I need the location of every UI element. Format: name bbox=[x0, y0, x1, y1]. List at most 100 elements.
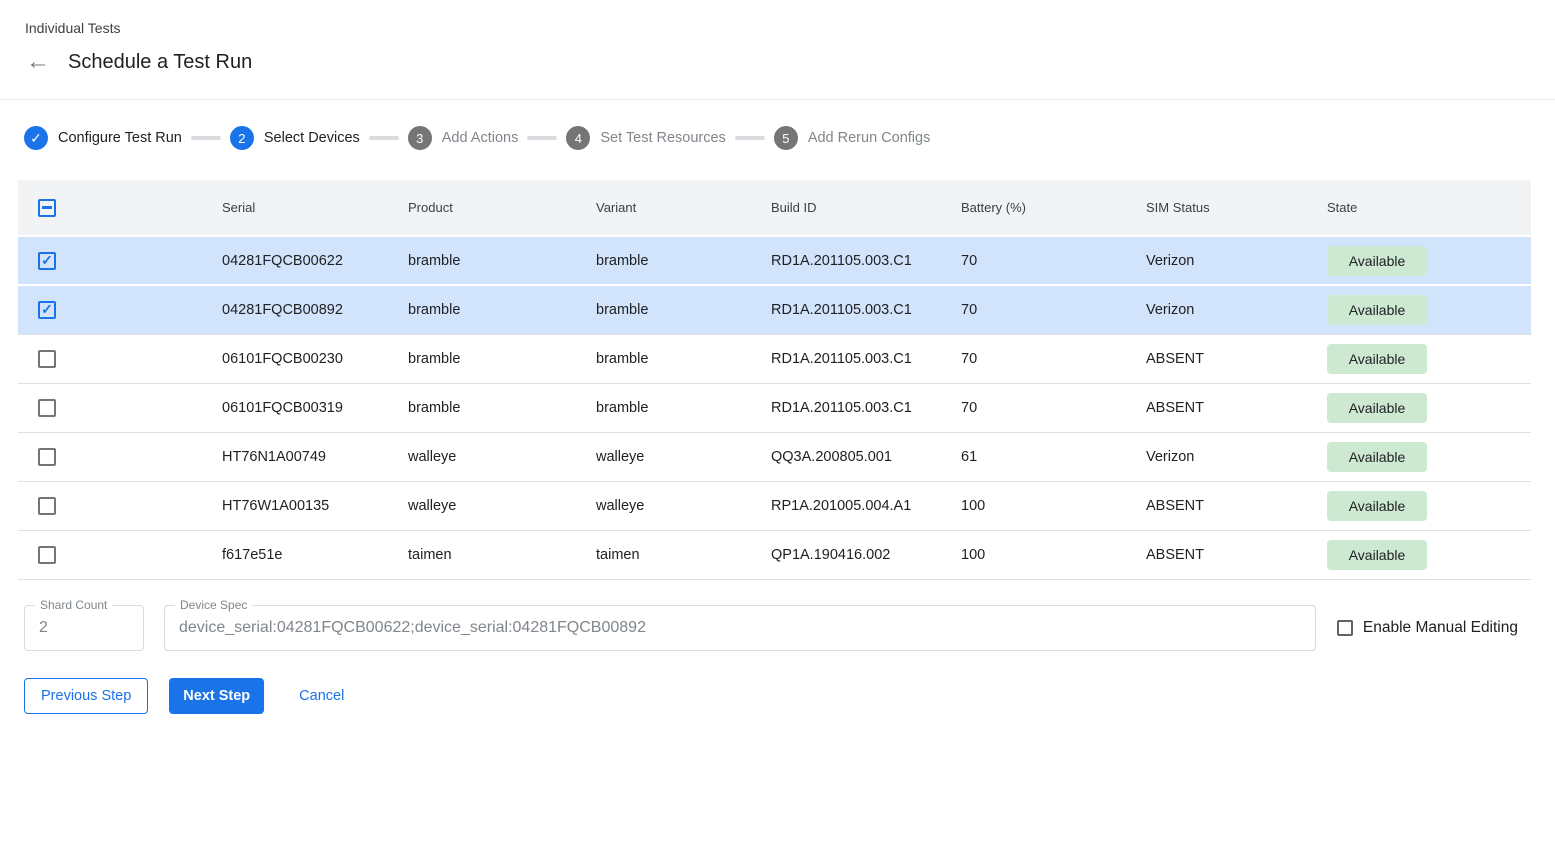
cell-variant: taimen bbox=[596, 530, 771, 579]
page-header: Individual Tests ← Schedule a Test Run bbox=[0, 0, 1555, 100]
state-badge: Available bbox=[1327, 491, 1427, 521]
cell-product: taimen bbox=[408, 530, 596, 579]
cell-battery: 61 bbox=[961, 432, 1146, 481]
cell-variant: bramble bbox=[596, 236, 771, 285]
cell-serial: HT76W1A00135 bbox=[222, 481, 408, 530]
cell-build-id: RP1A.201005.004.A1 bbox=[771, 481, 961, 530]
column-header-product: Product bbox=[408, 180, 596, 236]
row-checkbox[interactable] bbox=[38, 497, 56, 515]
previous-step-button[interactable]: Previous Step bbox=[24, 678, 148, 714]
stepper-step-add-actions[interactable]: 3 Add Actions bbox=[408, 126, 519, 150]
table-row[interactable]: 06101FQCB00319 bramble bramble RD1A.2011… bbox=[18, 383, 1531, 432]
action-buttons: Previous Step Next Step Cancel bbox=[24, 678, 1531, 714]
column-header-state: State bbox=[1327, 180, 1531, 236]
table-row[interactable]: HT76W1A00135 walleye walleye RP1A.201005… bbox=[18, 481, 1531, 530]
back-button[interactable]: ← bbox=[18, 42, 58, 82]
cell-battery: 70 bbox=[961, 236, 1146, 285]
device-spec-label: Device Spec bbox=[175, 598, 252, 612]
cell-serial: 04281FQCB00892 bbox=[222, 285, 408, 334]
step-done-check-icon: ✓ bbox=[24, 126, 48, 150]
cell-build-id: RD1A.201105.003.C1 bbox=[771, 334, 961, 383]
stepper-connector bbox=[191, 136, 221, 140]
step-label: Set Test Resources bbox=[600, 130, 725, 146]
step-number-circle: 4 bbox=[566, 126, 590, 150]
stepper-connector bbox=[527, 136, 557, 140]
step-number-circle: 5 bbox=[774, 126, 798, 150]
step-label: Add Actions bbox=[442, 130, 519, 146]
stepper-step-configure-test-run[interactable]: ✓ Configure Test Run bbox=[24, 126, 182, 150]
row-checkbox[interactable] bbox=[38, 546, 56, 564]
cell-serial: 04281FQCB00622 bbox=[222, 236, 408, 285]
cell-battery: 100 bbox=[961, 481, 1146, 530]
cell-sim-status: Verizon bbox=[1146, 236, 1327, 285]
table-row[interactable]: 06101FQCB00230 bramble bramble RD1A.2011… bbox=[18, 334, 1531, 383]
column-header-battery: Battery (%) bbox=[961, 180, 1146, 236]
cell-serial: f617e51e bbox=[222, 530, 408, 579]
row-checkbox[interactable] bbox=[38, 350, 56, 368]
page-title: Schedule a Test Run bbox=[68, 51, 252, 74]
cell-build-id: RD1A.201105.003.C1 bbox=[771, 285, 961, 334]
state-badge: Available bbox=[1327, 393, 1427, 423]
state-badge: Available bbox=[1327, 246, 1427, 276]
select-all-checkbox[interactable] bbox=[38, 199, 56, 217]
shard-count-input[interactable] bbox=[25, 606, 143, 650]
cell-battery: 70 bbox=[961, 383, 1146, 432]
stepper-step-set-test-resources[interactable]: 4 Set Test Resources bbox=[566, 126, 725, 150]
enable-manual-editing-label: Enable Manual Editing bbox=[1363, 619, 1518, 637]
cell-sim-status: ABSENT bbox=[1146, 383, 1327, 432]
cell-sim-status: Verizon bbox=[1146, 432, 1327, 481]
cell-build-id: RD1A.201105.003.C1 bbox=[771, 236, 961, 285]
state-badge: Available bbox=[1327, 540, 1427, 570]
shard-count-label: Shard Count bbox=[35, 598, 112, 612]
cell-product: walleye bbox=[408, 432, 596, 481]
table-row[interactable]: ✓ 04281FQCB00622 bramble bramble RD1A.20… bbox=[18, 236, 1531, 285]
step-number-circle: 3 bbox=[408, 126, 432, 150]
table-row[interactable]: HT76N1A00749 walleye walleye QQ3A.200805… bbox=[18, 432, 1531, 481]
stepper-step-add-rerun-configs[interactable]: 5 Add Rerun Configs bbox=[774, 126, 931, 150]
enable-manual-editing-checkbox[interactable] bbox=[1337, 620, 1353, 636]
cell-product: walleye bbox=[408, 481, 596, 530]
step-label: Configure Test Run bbox=[58, 130, 182, 146]
stepper-connector bbox=[735, 136, 765, 140]
step-number-circle: 2 bbox=[230, 126, 254, 150]
cell-sim-status: Verizon bbox=[1146, 285, 1327, 334]
cell-sim-status: ABSENT bbox=[1146, 530, 1327, 579]
enable-manual-editing-control[interactable]: Enable Manual Editing bbox=[1337, 619, 1518, 637]
row-checkbox[interactable]: ✓ bbox=[38, 252, 56, 270]
device-spec-input[interactable] bbox=[165, 606, 1315, 650]
cell-serial: HT76N1A00749 bbox=[222, 432, 408, 481]
cell-variant: bramble bbox=[596, 285, 771, 334]
cell-product: bramble bbox=[408, 383, 596, 432]
column-header-build-id: Build ID bbox=[771, 180, 961, 236]
next-step-button[interactable]: Next Step bbox=[169, 678, 264, 714]
column-header-variant: Variant bbox=[596, 180, 771, 236]
cell-build-id: RD1A.201105.003.C1 bbox=[771, 383, 961, 432]
cell-product: bramble bbox=[408, 236, 596, 285]
row-checkbox[interactable]: ✓ bbox=[38, 301, 56, 319]
stepper-step-select-devices[interactable]: 2 Select Devices bbox=[230, 126, 360, 150]
shard-count-field: Shard Count bbox=[24, 605, 144, 651]
row-checkbox[interactable] bbox=[38, 448, 56, 466]
cell-battery: 70 bbox=[961, 334, 1146, 383]
cell-battery: 70 bbox=[961, 285, 1146, 334]
cell-serial: 06101FQCB00319 bbox=[222, 383, 408, 432]
state-badge: Available bbox=[1327, 442, 1427, 472]
state-badge: Available bbox=[1327, 344, 1427, 374]
column-header-sim-status: SIM Status bbox=[1146, 180, 1327, 236]
cell-product: bramble bbox=[408, 285, 596, 334]
cell-build-id: QP1A.190416.002 bbox=[771, 530, 961, 579]
device-table: Serial Product Variant Build ID Battery … bbox=[18, 180, 1531, 580]
cell-battery: 100 bbox=[961, 530, 1146, 579]
device-spec-field: Device Spec bbox=[164, 605, 1316, 651]
row-checkbox[interactable] bbox=[38, 399, 56, 417]
cell-product: bramble bbox=[408, 334, 596, 383]
cell-variant: bramble bbox=[596, 383, 771, 432]
breadcrumb: Individual Tests bbox=[25, 20, 1531, 36]
step-label: Select Devices bbox=[264, 130, 360, 146]
table-row[interactable]: f617e51e taimen taimen QP1A.190416.002 1… bbox=[18, 530, 1531, 579]
cell-variant: bramble bbox=[596, 334, 771, 383]
cancel-button[interactable]: Cancel bbox=[283, 678, 360, 714]
table-row[interactable]: ✓ 04281FQCB00892 bramble bramble RD1A.20… bbox=[18, 285, 1531, 334]
stepper-connector bbox=[369, 136, 399, 140]
cell-sim-status: ABSENT bbox=[1146, 334, 1327, 383]
